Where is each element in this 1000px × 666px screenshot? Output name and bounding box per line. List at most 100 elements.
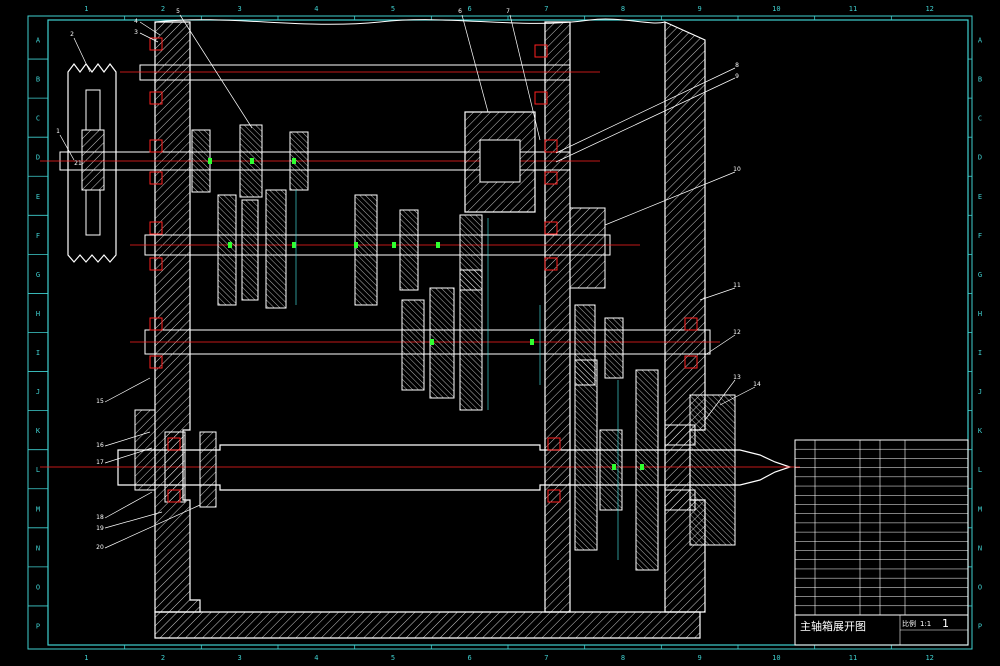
zone-label-col: 12 bbox=[925, 654, 933, 662]
pulley-hub bbox=[81, 129, 105, 191]
zone-label-row: A bbox=[978, 37, 983, 45]
zone-label-row: O bbox=[36, 583, 40, 591]
housing-middle-wall bbox=[544, 21, 571, 613]
key-mark bbox=[436, 242, 440, 248]
callout-label: 4 bbox=[134, 18, 138, 25]
gear bbox=[459, 269, 483, 411]
zone-label-row: L bbox=[978, 466, 982, 474]
zone-label-row: J bbox=[978, 388, 982, 396]
gear bbox=[574, 359, 598, 551]
callout-label: 15 bbox=[96, 398, 104, 405]
zone-label-row: M bbox=[978, 505, 982, 513]
zone-label-col: 3 bbox=[238, 5, 242, 13]
zone-label-row: I bbox=[978, 349, 982, 357]
callout-label: 7 bbox=[506, 8, 510, 15]
key-mark bbox=[530, 339, 534, 345]
key-mark bbox=[292, 242, 296, 248]
zone-label-row: G bbox=[36, 271, 40, 279]
zone-label-row: O bbox=[978, 583, 982, 591]
scale-label: 比例 bbox=[902, 619, 916, 628]
sheet-number: 1 bbox=[942, 617, 949, 630]
bearing-block bbox=[199, 431, 217, 508]
callout-label: 19 bbox=[96, 525, 104, 532]
zone-label-row: E bbox=[978, 193, 982, 201]
zone-label-col: 5 bbox=[391, 5, 395, 13]
gear bbox=[241, 199, 259, 301]
zone-label-row: K bbox=[36, 427, 41, 435]
callout-label: 20 bbox=[96, 544, 104, 551]
key-mark bbox=[208, 158, 212, 164]
zone-label-row: D bbox=[978, 154, 982, 162]
zone-label-row: E bbox=[36, 193, 40, 201]
key-mark bbox=[640, 464, 644, 470]
callout-label: 5 bbox=[176, 8, 180, 15]
zone-label-row: P bbox=[36, 622, 40, 630]
zone-label-col: 9 bbox=[698, 5, 702, 13]
zone-label-col: 10 bbox=[772, 654, 780, 662]
callout-label: 12 bbox=[733, 329, 741, 336]
key-mark bbox=[228, 242, 232, 248]
zone-label-row: B bbox=[978, 76, 982, 84]
callout-label: 14 bbox=[753, 381, 761, 388]
zone-label-col: 9 bbox=[698, 654, 702, 662]
zone-label-row: J bbox=[36, 388, 40, 396]
zone-label-row: H bbox=[36, 310, 40, 318]
zone-label-col: 10 bbox=[772, 5, 780, 13]
gear bbox=[399, 209, 419, 291]
callout-label: 11 bbox=[733, 282, 741, 289]
zone-label-row: K bbox=[978, 427, 983, 435]
drawing-title: 主轴箱展开图 bbox=[800, 619, 866, 633]
zone-label-col: 6 bbox=[468, 5, 472, 13]
zone-label-row: C bbox=[978, 115, 982, 123]
zone-label-col: 12 bbox=[925, 5, 933, 13]
gear bbox=[635, 369, 659, 571]
housing-bottom bbox=[154, 611, 701, 639]
key-mark bbox=[250, 158, 254, 164]
zone-label-row: L bbox=[36, 466, 40, 474]
callout-label: 3 bbox=[134, 29, 138, 36]
zone-label-row: G bbox=[978, 271, 982, 279]
zone-label-row: P bbox=[978, 622, 982, 630]
zone-label-col: 11 bbox=[849, 654, 857, 662]
gear bbox=[354, 194, 378, 306]
zone-label-col: 3 bbox=[238, 654, 242, 662]
zone-label-row: F bbox=[978, 232, 982, 240]
bearing-block bbox=[664, 424, 696, 446]
zone-label-col: 7 bbox=[544, 5, 548, 13]
key-mark bbox=[392, 242, 396, 248]
bearing-block bbox=[664, 489, 696, 511]
shaft-top bbox=[139, 64, 571, 81]
zone-label-col: 7 bbox=[544, 654, 548, 662]
key-mark bbox=[354, 242, 358, 248]
callout-label: 2 bbox=[70, 31, 74, 38]
key-mark bbox=[430, 339, 434, 345]
zone-label-row: C bbox=[36, 115, 40, 123]
spindle-flange bbox=[689, 394, 736, 546]
pulley-web-upper bbox=[85, 89, 101, 131]
gears bbox=[134, 111, 696, 571]
zone-label-col: 2 bbox=[161, 654, 165, 662]
callout-label: 16 bbox=[96, 442, 104, 449]
callout-label: 17 bbox=[96, 459, 104, 466]
callout-label: 21 bbox=[74, 160, 82, 167]
gear bbox=[401, 299, 425, 391]
gear bbox=[191, 129, 211, 193]
title-block: 主轴箱展开图 比例 1:1 1 bbox=[794, 439, 969, 646]
title-block-rows bbox=[795, 448, 968, 607]
zone-label-col: 6 bbox=[468, 654, 472, 662]
key-mark bbox=[612, 464, 616, 470]
zone-label-col: 8 bbox=[621, 5, 625, 13]
zone-label-row: D bbox=[36, 154, 40, 162]
zone-label-col: 5 bbox=[391, 654, 395, 662]
bearing-block bbox=[569, 207, 606, 289]
zone-label-col: 4 bbox=[314, 654, 318, 662]
gear bbox=[604, 317, 624, 379]
zone-label-row: N bbox=[36, 544, 40, 552]
zone-label-col: 4 bbox=[314, 5, 318, 13]
gear bbox=[599, 429, 623, 511]
zone-label-col: 1 bbox=[84, 654, 88, 662]
zone-label-row: F bbox=[36, 232, 40, 240]
zone-label-col: 2 bbox=[161, 5, 165, 13]
zone-label-col: 8 bbox=[621, 654, 625, 662]
key-mark bbox=[292, 158, 296, 164]
